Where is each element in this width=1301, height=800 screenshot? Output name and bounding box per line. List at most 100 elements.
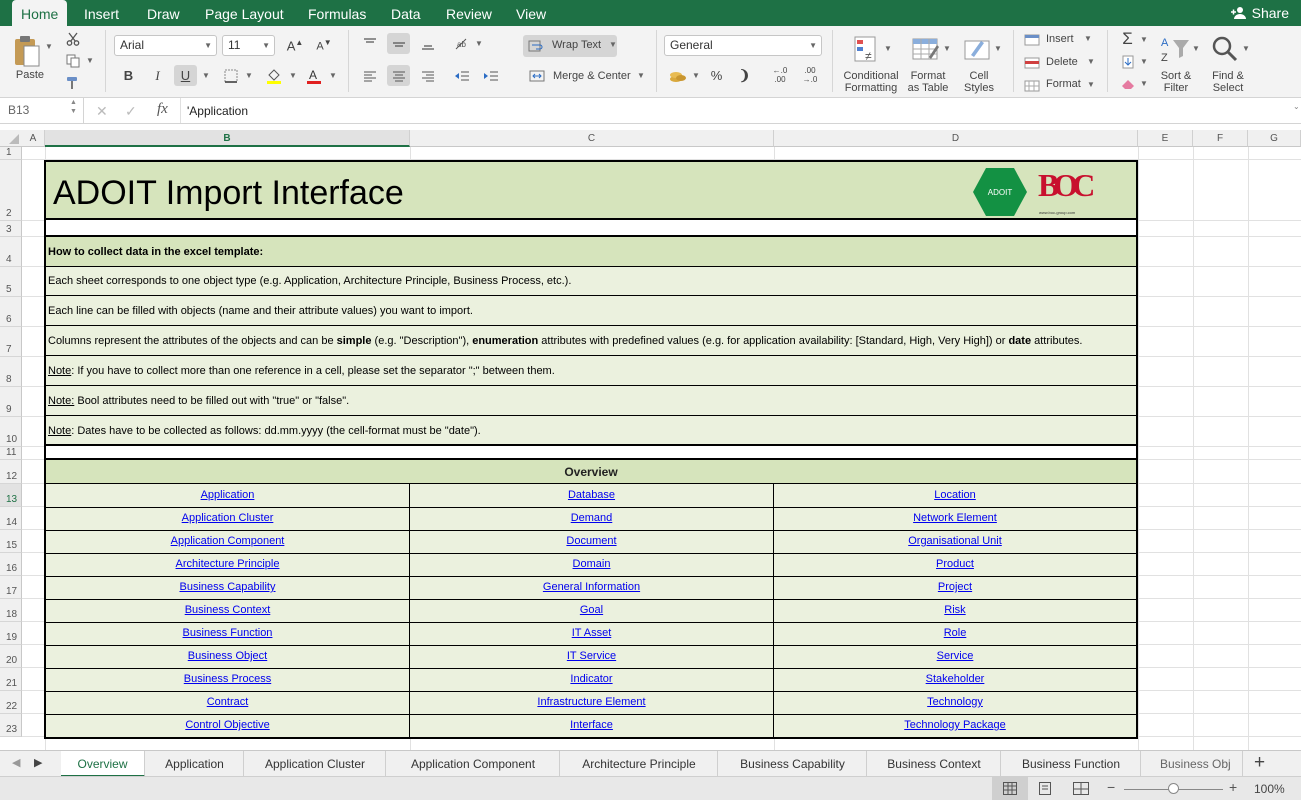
link-goal[interactable]: Goal [410,599,773,621]
row-header-21[interactable]: 21 [0,668,22,691]
zoom-out-icon[interactable]: − [1107,779,1115,795]
link-network-element[interactable]: Network Element [774,507,1136,529]
row-header-13[interactable]: 13 [0,484,22,507]
link-business-capability[interactable]: Business Capability [46,576,409,598]
italic-button[interactable]: I [146,65,169,86]
link-control-objective[interactable]: Control Objective [46,714,409,736]
zoom-in-icon[interactable]: + [1229,779,1237,795]
decrease-decimal-button[interactable]: .00 →.0 [796,66,824,87]
delete-cells-button[interactable]: Delete ▼ [1024,53,1096,71]
link-business-context[interactable]: Business Context [46,599,409,621]
autosum-button[interactable]: Σ [1116,28,1139,49]
row-header-16[interactable]: 16 [0,553,22,576]
row-header-22[interactable]: 22 [0,691,22,714]
underline-button[interactable]: U [174,65,197,86]
row-header-14[interactable]: 14 [0,507,22,530]
row-header-6[interactable]: 6 [0,297,22,327]
worksheet[interactable]: ABCDEFG 1 2 3 4 5 6 7 8 9 10 11 12 13 14 15 16 17 18 19 20 2… [0,124,1301,750]
decrease-font-size-button[interactable]: A▼ [311,35,337,56]
column-header-g[interactable]: G [1248,130,1301,147]
link-domain[interactable]: Domain [410,553,773,575]
merge-center-button[interactable]: Merge & Center ▼ [523,66,647,86]
insert-cells-button[interactable]: Insert ▼ [1024,30,1096,48]
tab-draw[interactable]: Draw [138,0,189,26]
expand-formula-icon[interactable]: ⌄ [1293,102,1300,111]
format-painter-icon[interactable] [64,74,82,92]
borders-dropdown-icon[interactable]: ▼ [245,71,253,80]
link-contract[interactable]: Contract [46,691,409,713]
row-header-15[interactable]: 15 [0,530,22,553]
find-select-dropdown-icon[interactable]: ▼ [1242,44,1250,53]
link-application-component[interactable]: Application Component [46,530,409,552]
row-header-7[interactable]: 7 [0,327,22,357]
paste-button[interactable] [10,32,44,70]
row-header-23[interactable]: 23 [0,714,22,737]
row-header-11[interactable]: 11 [0,447,22,460]
column-header-a[interactable]: A [22,130,45,147]
conditional-formatting-button[interactable]: ≠ [848,33,888,67]
format-table-dropdown-icon[interactable]: ▼ [943,44,951,53]
link-interface[interactable]: Interface [410,714,773,736]
link-business-object[interactable]: Business Object [46,645,409,667]
column-header-f[interactable]: F [1193,130,1248,147]
tab-page-layout[interactable]: Page Layout [196,0,293,26]
row-header-12[interactable]: 12 [0,460,22,484]
sheet-tab-application-cluster[interactable]: Application Cluster [245,751,386,777]
row-header-18[interactable]: 18 [0,599,22,622]
format-as-table-button[interactable] [906,33,946,67]
zoom-level[interactable]: 100% [1254,782,1285,796]
format-cells-button[interactable]: Format ▼ [1024,76,1096,94]
zoom-slider-thumb[interactable] [1168,783,1179,794]
link-general-information[interactable]: General Information [410,576,773,598]
align-bottom-button[interactable] [416,33,439,54]
scroll-tabs-right-icon[interactable]: ▶ [34,756,42,769]
align-left-button[interactable] [358,65,381,86]
row-header-8[interactable]: 8 [0,357,22,387]
row-header-19[interactable]: 19 [0,622,22,645]
row-header-5[interactable]: 5 [0,267,22,297]
clear-button[interactable] [1116,73,1139,94]
name-box[interactable]: B13 ▲ ▼ [0,98,84,123]
cancel-entry-icon[interactable]: ✕ [96,103,108,120]
tab-formulas[interactable]: Formulas [299,0,375,26]
sheet-tab-application-component[interactable]: Application Component [387,751,560,777]
select-all-corner[interactable] [0,130,23,147]
sheet-tab-business-function[interactable]: Business Function [1002,751,1141,777]
sheet-tab-business-object[interactable]: Business Obj [1142,751,1238,777]
copy-dropdown-icon[interactable]: ▼ [86,56,94,65]
link-project[interactable]: Project [774,576,1136,598]
confirm-entry-icon[interactable]: ✓ [125,103,137,120]
sheet-tab-business-capability[interactable]: Business Capability [719,751,867,777]
link-business-process[interactable]: Business Process [46,668,409,690]
add-sheet-button[interactable]: + [1254,752,1265,774]
wrap-text-button[interactable]: Wrap Text ▼ [523,35,617,57]
row-header-17[interactable]: 17 [0,576,22,599]
tab-data[interactable]: Data [382,0,430,26]
row-header-20[interactable]: 20 [0,645,22,668]
font-color-dropdown-icon[interactable]: ▼ [329,71,337,80]
align-top-button[interactable] [358,33,381,54]
row-header-2[interactable]: 2 [0,160,22,221]
sheet-tab-application[interactable]: Application [146,751,244,777]
font-name-select[interactable]: Arial ▼ [114,35,217,56]
link-application[interactable]: Application [46,484,409,506]
link-indicator[interactable]: Indicator [410,668,773,690]
underline-dropdown-icon[interactable]: ▼ [202,71,210,80]
share-button[interactable]: Share [1230,0,1289,26]
fill-color-button[interactable] [262,65,285,86]
clear-dropdown-icon[interactable]: ▼ [1140,79,1148,88]
increase-font-size-button[interactable]: A▲ [282,35,308,56]
paste-dropdown-icon[interactable]: ▼ [45,42,53,51]
column-header-b[interactable]: B [45,130,410,147]
sheet-tab-business-context[interactable]: Business Context [868,751,1001,777]
link-location[interactable]: Location [774,484,1136,506]
link-business-function[interactable]: Business Function [46,622,409,644]
column-header-e[interactable]: E [1138,130,1193,147]
align-center-button[interactable] [387,65,410,86]
normal-view-button[interactable] [992,777,1028,800]
copy-icon[interactable] [64,52,82,70]
link-database[interactable]: Database [410,484,773,506]
comma-style-button[interactable]: ❩ [733,65,756,86]
sort-filter-dropdown-icon[interactable]: ▼ [1192,44,1200,53]
column-header-d[interactable]: D [774,130,1138,147]
